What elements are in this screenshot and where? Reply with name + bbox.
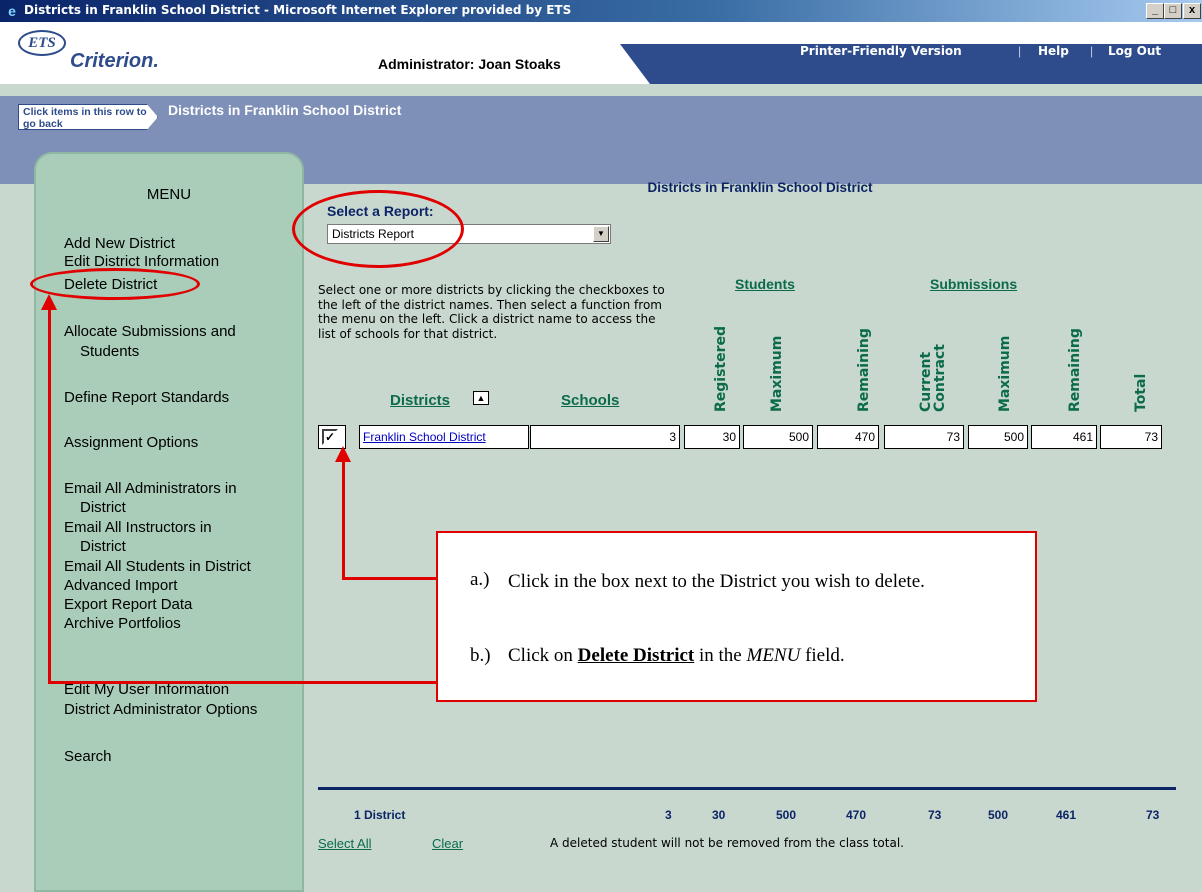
window-title: Districts in Franklin School District - …: [24, 3, 572, 17]
minimize-button[interactable]: _: [1146, 3, 1164, 19]
callout-b-pre: Click on: [508, 645, 578, 666]
annotation-line: [342, 577, 436, 580]
total-schools: 3: [665, 808, 672, 822]
instructions-text: Select one or more districts by clicking…: [318, 283, 665, 341]
menu-item-allocate-submissions-cont[interactable]: Students: [80, 342, 139, 361]
total-contract: 73: [928, 808, 942, 822]
ie-icon: e: [8, 3, 16, 19]
district-name-link[interactable]: Franklin School District: [359, 425, 529, 449]
callout-b-mid: in the: [694, 645, 747, 666]
sort-ascending-icon[interactable]: ▲: [473, 391, 489, 405]
clear-link[interactable]: Clear: [432, 836, 463, 851]
callout-step-b-label: b.): [470, 645, 491, 666]
students-group-header: Students: [735, 276, 795, 292]
column-registered: Registered: [713, 325, 729, 412]
column-total: Total: [1133, 373, 1149, 412]
help-link[interactable]: Help: [1038, 44, 1069, 58]
totals-label: 1 District: [354, 808, 406, 822]
menu-item-add-new-district[interactable]: Add New District: [64, 234, 175, 253]
annotation-line: [342, 458, 345, 580]
cell-sub-maximum: 500: [968, 425, 1028, 449]
menu-item-email-administrators[interactable]: Email All Administrators in: [64, 479, 237, 498]
annotation-arrow-icon: [335, 446, 351, 462]
menu-title: MENU: [146, 186, 192, 203]
menu-item-email-instructors[interactable]: Email All Instructors in: [64, 518, 212, 537]
link-separator: |: [1018, 44, 1022, 58]
districts-sort-link[interactable]: Districts: [390, 392, 450, 409]
total-sub-maximum: 500: [988, 808, 1009, 822]
cell-registered: 30: [684, 425, 740, 449]
close-button[interactable]: x: [1183, 3, 1201, 19]
maximize-button[interactable]: □: [1164, 3, 1182, 19]
total-total: 73: [1146, 808, 1160, 822]
callout-b-post: field.: [800, 645, 845, 666]
menu-item-archive-portfolios[interactable]: Archive Portfolios: [64, 614, 181, 633]
district-checkbox[interactable]: ✓: [322, 429, 338, 445]
total-remaining: 470: [846, 808, 867, 822]
menu-item-advanced-import[interactable]: Advanced Import: [64, 576, 177, 595]
cell-sub-remaining: 461: [1031, 425, 1097, 449]
link-separator: |: [1090, 44, 1094, 58]
cell-current-contract: 73: [884, 425, 964, 449]
cell-remaining: 470: [817, 425, 879, 449]
menu-item-define-report-standards[interactable]: Define Report Standards: [64, 388, 229, 407]
menu-item-email-students[interactable]: Email All Students in District: [64, 557, 251, 576]
callout-b-italic: MENU: [746, 645, 801, 666]
total-sub-remaining: 461: [1056, 808, 1077, 822]
callout-step-a-label: a.): [470, 569, 490, 590]
cell-schools: 3: [530, 425, 680, 449]
annotation-arrow-icon: [41, 294, 57, 310]
menu-item-district-admin-options[interactable]: District Administrator Options: [64, 700, 257, 719]
footer-note: A deleted student will not be removed fr…: [550, 836, 904, 850]
total-registered: 30: [712, 808, 726, 822]
column-sub-remaining: Remaining: [1067, 328, 1083, 412]
callout-step-a-text: Click in the box next to the District yo…: [508, 571, 925, 592]
callout-b-bold: Delete District: [577, 645, 695, 666]
column-remaining: Remaining: [856, 328, 872, 412]
menu-item-export-report-data[interactable]: Export Report Data: [64, 595, 192, 614]
window-title-bar: e Districts in Franklin School District …: [0, 0, 1202, 22]
breadcrumb-current: Districts in Franklin School District: [168, 102, 402, 118]
cell-maximum: 500: [743, 425, 813, 449]
column-sub-maximum: Maximum: [997, 335, 1013, 412]
printer-friendly-link[interactable]: Printer-Friendly Version: [800, 44, 962, 58]
totals-divider: [318, 787, 1176, 790]
annotation-line: [48, 300, 51, 684]
criterion-logo: Criterion.: [70, 50, 159, 72]
select-all-link[interactable]: Select All: [318, 836, 371, 851]
administrator-name: Administrator: Joan Stoaks: [378, 56, 561, 72]
page-title: Districts in Franklin School District: [647, 180, 873, 195]
callout-step-b-text: Click on Delete District in the MENU fie…: [508, 645, 1028, 667]
total-maximum: 500: [776, 808, 797, 822]
submissions-group-header: Submissions: [930, 276, 1018, 292]
column-maximum: Maximum: [769, 335, 785, 412]
menu-item-search[interactable]: Search: [64, 747, 112, 766]
menu-item-email-administrators-cont[interactable]: District: [80, 498, 126, 517]
menu-item-email-instructors-cont[interactable]: District: [80, 537, 126, 556]
menu-item-allocate-submissions[interactable]: Allocate Submissions and: [64, 322, 236, 341]
column-current-contract: Current Contract: [918, 344, 948, 412]
app-header: [0, 22, 1202, 84]
annotation-ring-select: [292, 190, 464, 268]
annotation-line: [48, 681, 436, 684]
log-out-link[interactable]: Log Out: [1108, 44, 1161, 58]
menu-panel: MENU Add New District Edit District Info…: [34, 152, 304, 892]
instruction-callout: a.) Click in the box next to the Distric…: [436, 531, 1037, 702]
breadcrumb-back-button[interactable]: Click items in this row to go back: [18, 104, 158, 130]
ets-logo: ETS: [18, 30, 66, 56]
dropdown-arrow-icon[interactable]: ▼: [593, 226, 609, 242]
cell-total: 73: [1100, 425, 1162, 449]
menu-item-assignment-options[interactable]: Assignment Options: [64, 433, 198, 452]
schools-sort-link[interactable]: Schools: [561, 392, 619, 409]
